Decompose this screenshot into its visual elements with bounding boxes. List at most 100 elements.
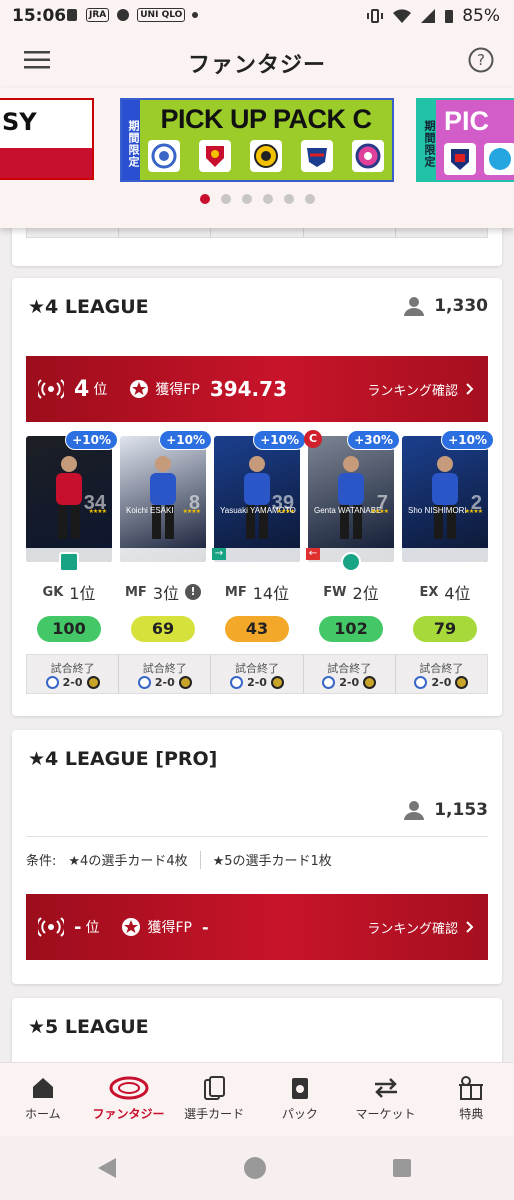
help-button[interactable]: ?	[468, 47, 494, 73]
league-list[interactable]: 2-0 2-0 VS 2-0 2-0 ★4 LEAGUE 1,330 4 位 獲…	[0, 228, 514, 1062]
banner-prev[interactable]: SY	[0, 98, 94, 180]
banner-next-title: PIC	[444, 106, 490, 136]
position-label: MF	[124, 584, 147, 600]
position-rank-value: 14位	[252, 584, 290, 603]
vibrate-icon	[366, 8, 384, 24]
team-gold-icon	[178, 675, 192, 689]
nav-item[interactable]: マーケット	[343, 1063, 429, 1136]
prev-match-5[interactable]: 2-0	[396, 228, 487, 237]
recents-button[interactable]	[392, 1158, 412, 1178]
prev-match-2[interactable]: 2-0	[119, 228, 212, 237]
league4pro-card[interactable]: ★4 LEAGUE [PRO] 1,153 条件: ★4の選手カード4枚 ★5の…	[12, 730, 502, 984]
team-blue-icon	[45, 675, 59, 689]
status-icons: JRA UNI QLO	[64, 7, 199, 23]
carousel-dot[interactable]	[304, 194, 315, 204]
match-status: 試合終了	[142, 661, 187, 675]
team-gold-icon	[363, 675, 377, 689]
banner-prev-stripe	[0, 148, 92, 178]
cond-label: 条件:	[26, 854, 57, 869]
back-button[interactable]	[96, 1156, 118, 1180]
rarity-stars: ★★★★	[370, 508, 388, 515]
player-card-bg: 39 Yasuaki YAMAMOTO ★★★★	[214, 436, 300, 562]
team-gold-icon	[270, 675, 284, 689]
position-rank: FW 2位	[308, 580, 394, 604]
carousel-dot[interactable]	[262, 194, 273, 204]
player-photo-icon	[432, 456, 458, 539]
banner-next[interactable]: 期間限定 PIC	[416, 98, 514, 182]
carousel-dot[interactable]	[283, 194, 294, 204]
team-blue-icon	[230, 675, 244, 689]
battery-icon	[444, 8, 454, 24]
player-card[interactable]: 8 Koichi ESAKI ★★★★ +10%	[120, 430, 212, 562]
player-card[interactable]: 2 Sho NISHIMORI ★★★★ +10%	[402, 430, 494, 562]
nav-item[interactable]: ファンタジー	[86, 1063, 172, 1136]
match-status: 試合終了	[419, 661, 464, 675]
nav-item[interactable]: 特典	[428, 1063, 514, 1136]
club-logos	[148, 140, 384, 172]
position-label: FW	[323, 584, 347, 600]
player-card[interactable]: 34 ★★★★ +10%	[26, 430, 118, 572]
league4-card[interactable]: ★4 LEAGUE 1,330 4 位 獲得FP 394.73 ランキング確認 …	[12, 278, 502, 716]
player-card[interactable]: 39 Yasuaki YAMAMOTO ★★★★ +10% →	[212, 430, 306, 562]
formation-icon	[59, 552, 79, 572]
pack-icon	[287, 1075, 313, 1101]
league4-participants: 1,330	[404, 296, 488, 316]
nav-item[interactable]: ホーム	[0, 1063, 86, 1136]
signal-icon	[420, 8, 436, 24]
market-icon	[372, 1075, 400, 1101]
match-score: 2-0	[154, 675, 175, 689]
prev-match-1[interactable]: 2-0	[27, 228, 120, 237]
match-score: 2-0	[431, 675, 452, 689]
position-rank-value: 4位	[444, 584, 471, 603]
carousel-dot[interactable]	[220, 194, 231, 204]
ranking-link[interactable]: ランキング確認	[367, 918, 474, 937]
club-logo-red-icon	[199, 140, 231, 172]
position-label: GK	[42, 584, 64, 600]
player-name: Koichi ESAKI	[126, 506, 174, 515]
live-signal-icon	[38, 917, 64, 937]
nav-item[interactable]: 選手カード	[171, 1063, 257, 1136]
boost-badge: +10%	[253, 430, 306, 450]
page-title: ファンタジー	[187, 53, 326, 78]
boost-badge: +30%	[347, 430, 400, 450]
stadium-icon	[109, 1075, 149, 1101]
match-result[interactable]: 試合終了 2-0	[304, 655, 396, 693]
league4-rank-bar[interactable]: 4 位 獲得FP 394.73 ランキング確認	[26, 356, 488, 422]
limited-tag-next: 期間限定	[418, 100, 436, 180]
match-result[interactable]: 試合終了 2-0	[119, 655, 212, 693]
player-card[interactable]: 7 Genta WATANABE ★★★★ +30% C ←	[304, 430, 400, 572]
ranking-link[interactable]: ランキング確認	[367, 380, 474, 399]
club-logos-next	[436, 137, 514, 175]
match-result[interactable]: 試合終了 2-0	[211, 655, 304, 693]
banner-prev-text: SY	[2, 108, 37, 136]
carousel-dot[interactable]	[199, 194, 210, 204]
rank-suffix: 位	[93, 382, 108, 398]
promo-carousel[interactable]: SY 期間限定 PICK UP PACK C 期間限定 PIC	[0, 88, 514, 228]
prev-match-3[interactable]: VS	[211, 228, 304, 237]
position-label: MF	[224, 584, 247, 600]
match-result[interactable]: 試合終了 2-0	[27, 655, 120, 693]
alert-icon[interactable]: !	[185, 584, 201, 600]
league5-card[interactable]: ★5 LEAGUE	[12, 998, 502, 1062]
home-button[interactable]	[243, 1156, 267, 1180]
carousel-dot[interactable]	[241, 194, 252, 204]
live-signal-icon	[38, 379, 64, 399]
player-card-bg: 2 Sho NISHIMORI ★★★★	[402, 436, 488, 562]
status-time: 15:06	[12, 6, 67, 26]
boost-badge: +10%	[159, 430, 212, 450]
player-photo-icon	[338, 456, 364, 539]
rarity-stars: ★★★★	[182, 508, 200, 515]
ranking-link-label: ランキング確認	[367, 383, 458, 399]
rank-suffix: 位	[85, 920, 100, 936]
entry-conditions: 条件: ★4の選手カード4枚 ★5の選手カード1枚	[26, 850, 332, 869]
match-result[interactable]: 試合終了 2-0	[396, 655, 487, 693]
prev-match-row: 2-0 2-0 VS 2-0 2-0	[26, 228, 488, 238]
score-pill: 43	[225, 616, 289, 642]
fp-value: 394.73	[209, 377, 287, 401]
nav-item[interactable]: パック	[257, 1063, 343, 1136]
nav-label: 選手カード	[184, 1107, 245, 1121]
prev-match-4[interactable]: 2-0	[304, 228, 396, 237]
banner-pickup-pack-c[interactable]: 期間限定 PICK UP PACK C	[120, 98, 394, 182]
league4pro-rank-bar[interactable]: - 位 獲得FP - ランキング確認	[26, 894, 488, 960]
user-icon	[404, 297, 425, 316]
